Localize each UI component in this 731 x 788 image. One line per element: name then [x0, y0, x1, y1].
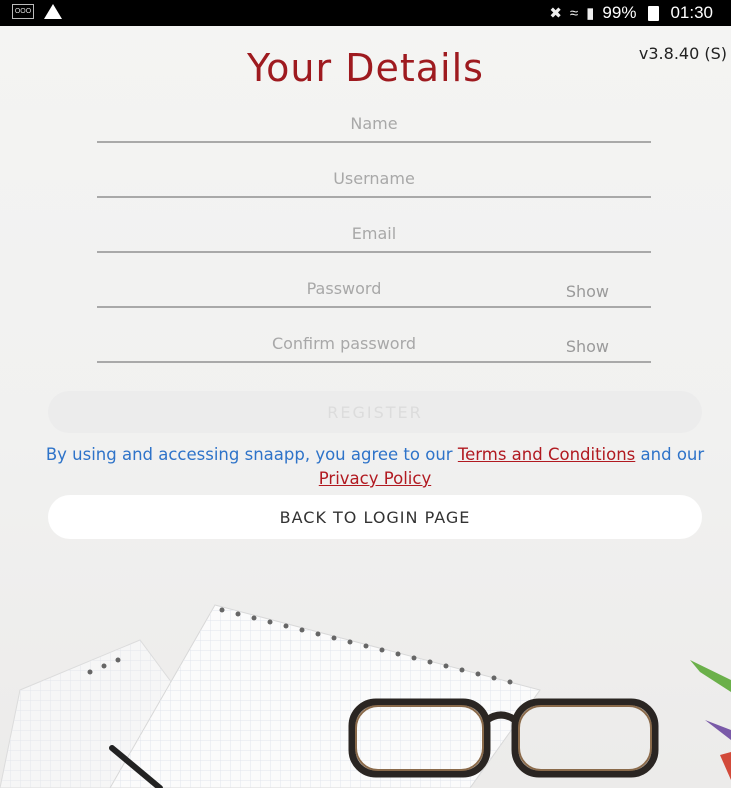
background-illustration [0, 580, 731, 788]
terms-link[interactable]: Terms and Conditions [458, 445, 635, 464]
clock: 01:30 [670, 3, 713, 22]
page-title: Your Details [247, 46, 484, 90]
terms-prefix: By using and accessing snaapp, you agree… [45, 445, 458, 464]
show-confirm-password-button[interactable]: Show [566, 337, 609, 356]
notification-box-icon: OOO [12, 4, 34, 19]
battery-percent: 99% [602, 3, 637, 22]
battery-icon [648, 5, 660, 21]
email-field-wrapper [97, 215, 651, 253]
username-input[interactable] [97, 160, 651, 196]
register-button[interactable]: REGISTER [48, 391, 702, 433]
terms-notice: By using and accessing snaapp, you agree… [40, 443, 710, 491]
back-to-login-button[interactable]: BACK TO LOGIN PAGE [48, 495, 702, 539]
email-input[interactable] [97, 215, 651, 251]
mute-icon: ✖ [549, 5, 562, 22]
signal-icon: ▮ [586, 5, 595, 22]
show-password-button[interactable]: Show [566, 282, 609, 301]
warning-icon [44, 4, 62, 19]
confirm-password-field-wrapper: Show [97, 325, 651, 363]
password-field-wrapper: Show [97, 270, 651, 308]
terms-middle: and our [635, 445, 705, 464]
username-field-wrapper [97, 160, 651, 198]
privacy-link[interactable]: Privacy Policy [319, 469, 431, 488]
status-bar: OOO ✖ ≈ ▮ 99% 01:30 [0, 0, 731, 26]
notebooks-glasses-illustration [0, 604, 731, 788]
name-input[interactable] [97, 105, 651, 141]
name-field-wrapper [97, 105, 651, 143]
wifi-icon: ≈ [569, 4, 579, 22]
